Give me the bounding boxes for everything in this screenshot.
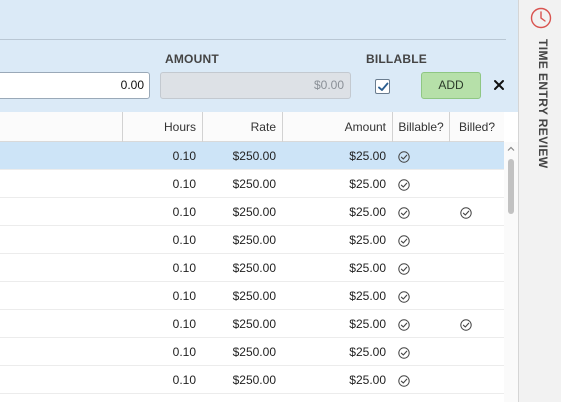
hours-cell: 0.10 bbox=[172, 233, 196, 247]
add-button[interactable]: ADD bbox=[421, 72, 481, 99]
table-row[interactable]: 0.10 $250.00 $25.00 bbox=[0, 142, 504, 170]
amount-cell: $25.00 bbox=[349, 317, 386, 331]
vertical-scrollbar[interactable] bbox=[504, 142, 518, 402]
amount-field: $0.00 bbox=[160, 72, 351, 99]
billable-check-icon bbox=[398, 150, 410, 163]
table-row[interactable]: 0.10 $250.00 $25.00 bbox=[0, 198, 504, 226]
checkmark-icon bbox=[378, 82, 389, 91]
column-header-billable[interactable]: Billable? bbox=[392, 112, 449, 142]
scroll-thumb[interactable] bbox=[508, 159, 514, 214]
billable-checkbox[interactable] bbox=[375, 79, 390, 94]
amount-cell: $25.00 bbox=[349, 289, 386, 303]
amount-cell: $25.00 bbox=[349, 149, 386, 163]
scroll-up-icon[interactable] bbox=[507, 145, 515, 153]
rate-cell: $250.00 bbox=[232, 233, 276, 247]
rate-cell: $250.00 bbox=[232, 345, 276, 359]
hours-cell: 0.10 bbox=[172, 373, 196, 387]
rate-cell: $250.00 bbox=[232, 289, 276, 303]
column-header-hours[interactable]: Hours bbox=[122, 112, 202, 142]
table-row[interactable]: 0.10 $250.00 $25.00 bbox=[0, 366, 504, 394]
amount-cell: $25.00 bbox=[349, 205, 386, 219]
table-row[interactable]: 0.10 $250.00 $25.00 bbox=[0, 254, 504, 282]
rate-cell: $250.00 bbox=[232, 261, 276, 275]
table-row[interactable]: 0.10 $250.00 $25.00 bbox=[0, 226, 504, 254]
rate-cell: $250.00 bbox=[232, 205, 276, 219]
hours-cell: 0.10 bbox=[172, 345, 196, 359]
column-header-amount[interactable]: Amount bbox=[282, 112, 392, 142]
rate-cell: $250.00 bbox=[232, 373, 276, 387]
rate-cell: $250.00 bbox=[232, 149, 276, 163]
clock-icon bbox=[530, 7, 552, 29]
close-icon[interactable] bbox=[492, 77, 506, 93]
table-row[interactable]: 0.10 $250.00 $25.00 bbox=[0, 310, 504, 338]
hours-input[interactable]: 0.00 bbox=[0, 72, 150, 99]
amount-label: AMOUNT bbox=[165, 52, 219, 66]
side-panel-title[interactable]: TIME ENTRY REVIEW bbox=[536, 39, 550, 168]
hours-cell: 0.10 bbox=[172, 149, 196, 163]
amount-cell: $25.00 bbox=[349, 177, 386, 191]
column-header-rate[interactable]: Rate bbox=[202, 112, 282, 142]
billable-check-icon bbox=[398, 206, 410, 219]
table-row[interactable]: 0.10 $250.00 $25.00 bbox=[0, 170, 504, 198]
rate-cell: $250.00 bbox=[232, 317, 276, 331]
billed-check-icon bbox=[460, 318, 472, 331]
amount-cell: $25.00 bbox=[349, 261, 386, 275]
entry-form-panel: AMOUNT BILLABLE 0.00 $0.00 ADD bbox=[0, 0, 518, 112]
form-divider bbox=[0, 39, 506, 40]
time-entry-review-panel[interactable]: TIME ENTRY REVIEW bbox=[518, 0, 561, 402]
grid-header: Hours Rate Amount Billable? Billed? bbox=[0, 112, 504, 142]
billable-check-icon bbox=[398, 346, 410, 359]
hours-cell: 0.10 bbox=[172, 289, 196, 303]
hours-cell: 0.10 bbox=[172, 205, 196, 219]
amount-cell: $25.00 bbox=[349, 345, 386, 359]
time-entry-grid: 0.10 $250.00 $25.00 0.10 $250.00 $25.00 0.10 $2… bbox=[0, 142, 504, 402]
rate-cell: $250.00 bbox=[232, 177, 276, 191]
column-header-billed[interactable]: Billed? bbox=[449, 112, 504, 142]
billable-check-icon bbox=[398, 234, 410, 247]
hours-cell: 0.10 bbox=[172, 261, 196, 275]
amount-cell: $25.00 bbox=[349, 233, 386, 247]
hours-cell: 0.10 bbox=[172, 177, 196, 191]
amount-cell: $25.00 bbox=[349, 373, 386, 387]
billable-check-icon bbox=[398, 374, 410, 387]
billable-check-icon bbox=[398, 318, 410, 331]
table-row[interactable]: 0.10 $250.00 $25.00 bbox=[0, 282, 504, 310]
billable-check-icon bbox=[398, 290, 410, 303]
billable-check-icon bbox=[398, 262, 410, 275]
billable-check-icon bbox=[398, 178, 410, 191]
billable-label: BILLABLE bbox=[366, 52, 427, 66]
table-row[interactable]: 0.10 $250.00 $25.00 bbox=[0, 338, 504, 366]
billed-check-icon bbox=[460, 206, 472, 219]
hours-cell: 0.10 bbox=[172, 317, 196, 331]
